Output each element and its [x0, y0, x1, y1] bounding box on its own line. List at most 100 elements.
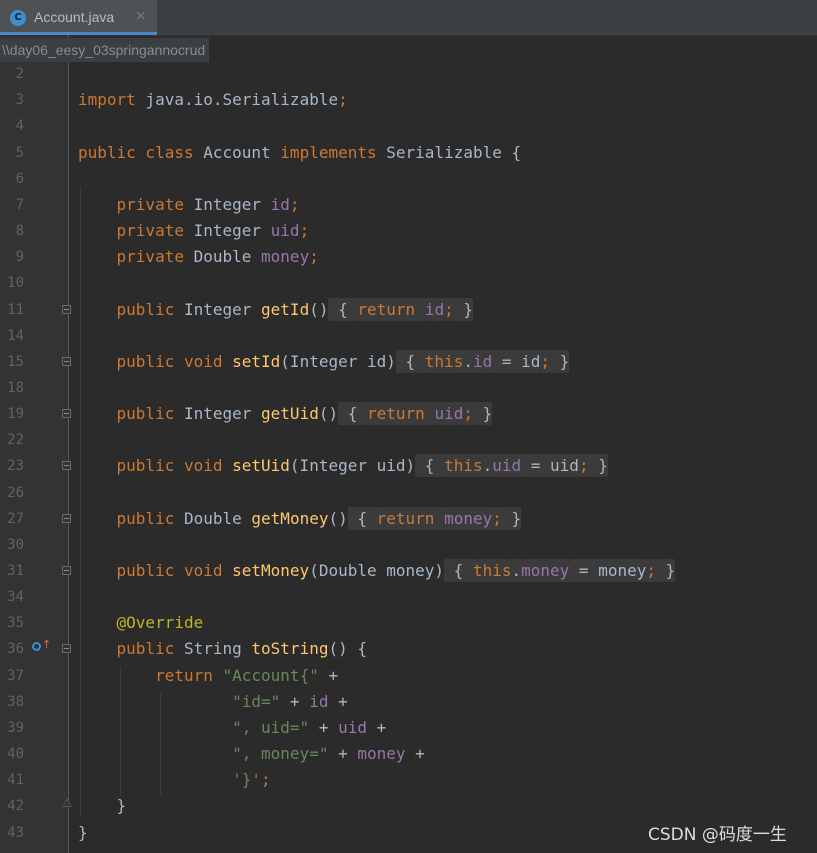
code-line[interactable]: 4 — [0, 113, 817, 139]
code-line[interactable]: 2 — [0, 61, 817, 87]
code-line[interactable]: 3 import java.io.Serializable; — [0, 87, 817, 113]
code-line[interactable]: 39 ", uid=" + uid + — [0, 715, 817, 741]
code-token: private — [116, 194, 194, 214]
code-token: Integer — [193, 221, 271, 241]
code-line[interactable]: 31 public void setMoney(Double money) { … — [0, 558, 817, 584]
fold-toggle-icon[interactable] — [62, 304, 71, 314]
code-token: + — [328, 691, 348, 711]
fold-toggle-icon[interactable] — [62, 356, 71, 366]
code-token: implements — [280, 142, 387, 162]
code-token: money — [521, 559, 570, 582]
code-line[interactable]: 6 — [0, 166, 817, 192]
close-icon[interactable]: × — [135, 8, 147, 24]
fold-toggle-icon[interactable] — [62, 513, 71, 523]
code-line[interactable]: 11 public Integer getId() { return id; } — [0, 297, 817, 323]
code-token: . — [463, 349, 473, 373]
code-token: ; — [299, 221, 310, 241]
code-text: private Double money; — [78, 244, 319, 270]
code-line[interactable]: 9 private Double money; — [0, 244, 817, 270]
code-line[interactable]: 26 — [0, 480, 817, 506]
code-token: Double — [183, 508, 252, 528]
code-line[interactable]: 23 public void setUid(Integer uid) { thi… — [0, 453, 817, 479]
code-line[interactable]: 27 public Double getMoney() { return mon… — [0, 506, 817, 532]
code-line[interactable]: 5 public class Account implements Seriali… — [0, 140, 817, 166]
tab-filename: Account.java — [34, 9, 115, 25]
fold-toggle-icon[interactable] — [62, 409, 71, 419]
breadcrumb[interactable]: \\day06_eesy_03springannocrud — [0, 38, 210, 62]
line-number: 6 — [15, 170, 24, 187]
code-token: + — [367, 717, 387, 737]
override-method-icon[interactable] — [32, 642, 41, 652]
code-token: id — [270, 194, 290, 214]
line-number: 9 — [15, 249, 24, 266]
line-number: 22 — [7, 432, 24, 449]
code-token: money — [444, 506, 493, 530]
code-token: uid — [270, 221, 300, 241]
code-token: } — [453, 297, 473, 321]
code-token: String — [183, 639, 252, 659]
fold-end-icon[interactable] — [62, 798, 72, 808]
code-line[interactable]: 22 — [0, 427, 817, 453]
fold-toggle-icon[interactable] — [62, 566, 71, 575]
code-text: private Integer id; — [78, 192, 300, 218]
code-token: id — [309, 691, 329, 711]
code-token: public — [116, 508, 184, 528]
code-line[interactable]: 37 return "Account{" + — [0, 663, 817, 689]
code-line[interactable]: 35 @Override — [0, 610, 817, 636]
code-token: (Integer uid) — [289, 456, 416, 476]
code-line[interactable]: 41 '}'; — [0, 767, 817, 793]
line-number: 37 — [7, 667, 24, 684]
code-line[interactable]: 15 public void setId(Integer id) { this.… — [0, 349, 817, 375]
line-number: 3 — [15, 92, 24, 109]
code-token: this — [424, 349, 464, 373]
code-editor[interactable]: ima.domain;23import java.io.Serializable… — [0, 35, 817, 853]
line-number: 42 — [7, 798, 24, 815]
code-token: '}' — [232, 770, 262, 790]
line-number: 19 — [7, 406, 24, 423]
code-token: "id=" — [232, 691, 281, 711]
code-token: java.io.Serializable — [145, 90, 339, 110]
code-line[interactable]: 40 ", money=" + money + — [0, 741, 817, 767]
watermark: CSDN @码度一生 — [648, 825, 787, 845]
code-line[interactable]: 36 ↑ public String toString() { — [0, 636, 817, 662]
code-line[interactable]: 30 — [0, 532, 817, 558]
code-token: this — [472, 559, 512, 582]
line-number: 40 — [7, 746, 24, 763]
code-text: "id=" + id + — [78, 689, 348, 715]
override-arrow-icon: ↑ — [42, 638, 52, 652]
code-token: ; — [463, 402, 473, 426]
code-token: Integer — [183, 299, 262, 319]
code-line[interactable]: 7 private Integer id; — [0, 192, 817, 218]
line-number: 31 — [7, 563, 24, 579]
code-line[interactable]: 19 public Integer getUid() { return uid;… — [0, 401, 817, 427]
code-line[interactable]: 10 — [0, 270, 817, 296]
tab-account-java[interactable]: C Account.java × — [0, 0, 157, 35]
code-token: . — [482, 454, 493, 478]
code-token: { — [444, 559, 473, 582]
code-text: public void setMoney(Double money) { thi… — [78, 558, 676, 584]
line-number: 43 — [7, 824, 24, 841]
code-token: } — [588, 454, 608, 478]
code-line[interactable]: 18 — [0, 375, 817, 401]
code-token: } — [656, 559, 676, 582]
code-token: uid — [492, 454, 522, 478]
code-line[interactable]: 42 } — [0, 793, 817, 819]
code-token: money — [261, 247, 310, 267]
code-text: import java.io.Serializable; — [78, 87, 348, 113]
code-line[interactable]: 34 — [0, 584, 817, 610]
code-token: } — [472, 402, 493, 426]
code-line[interactable]: 38 "id=" + id + — [0, 689, 817, 715]
code-token: () — [309, 299, 329, 319]
fold-toggle-icon[interactable] — [62, 644, 71, 654]
code-line[interactable]: 14 — [0, 323, 817, 349]
code-token: setMoney — [232, 561, 310, 580]
code-text: public void setId(Integer id) { this.id … — [78, 349, 570, 375]
code-line[interactable]: 8 private Integer uid; — [0, 218, 817, 244]
code-token: id — [472, 349, 493, 373]
code-token: Serializable { — [386, 142, 522, 162]
fold-toggle-icon[interactable] — [62, 461, 71, 471]
code-text: public String toString() { — [78, 636, 367, 662]
